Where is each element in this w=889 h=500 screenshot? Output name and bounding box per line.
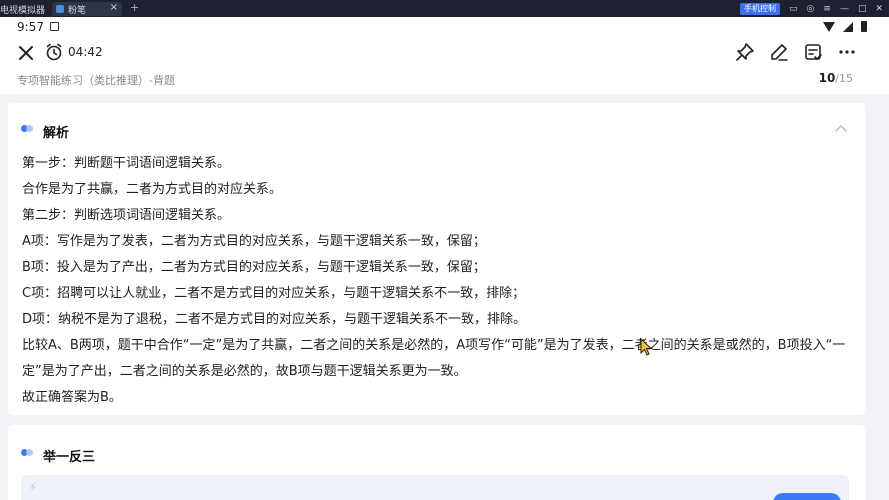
practice-more-card: 举一反三 ⚡	[8, 425, 865, 500]
add-tab-button[interactable]: +	[130, 1, 139, 14]
close-tab-icon[interactable]: ×	[110, 2, 118, 13]
header-actions	[735, 42, 857, 62]
settings-icon[interactable]: ◎	[807, 4, 815, 14]
host-app-title: 电视模拟器	[0, 6, 46, 16]
chevron-up-icon[interactable]	[835, 123, 847, 133]
analysis-line: B项：投入是为了产出，二者为方式目的对应关系，与题干逻辑关系一致，保留；	[22, 260, 486, 275]
analysis-line: C项：招聘可以让人就业，二者不是方式目的对应关系，与题干逻辑关系不一致，排除；	[22, 286, 526, 301]
progress-current: 10	[818, 71, 836, 85]
analysis-line: D项：纳税不是为了退税，二者不是方式目的对应关系，与题干逻辑关系不一致，排除。	[22, 312, 527, 327]
close-window-icon[interactable]: ✕	[875, 4, 883, 14]
progress-total: /15	[835, 72, 853, 85]
minimize-icon[interactable]: —	[840, 4, 849, 14]
more-icon[interactable]	[837, 42, 857, 62]
lightning-icon: ⚡	[29, 481, 37, 494]
practice-more-title: 举一反三	[43, 450, 96, 465]
app-header: 04:42 专项智能练习（类比推理）-背题 10/15	[0, 39, 889, 94]
analysis-line: 比较A、B两项，题干中合作“一定”是为了共赢，二者之间的关系是必然的，A项写作“…	[22, 338, 846, 379]
analysis-card: 解析 第一步：判断题干词语间逻辑关系。 合作是为了共赢，二者为方式目的对应关系。…	[8, 103, 865, 415]
gamepad-icon[interactable]: ▭	[789, 4, 798, 14]
answer-sheet-icon[interactable]	[803, 42, 823, 62]
status-time: 9:57	[17, 20, 44, 34]
practice-item[interactable]: ⚡	[21, 475, 849, 500]
battery-icon	[861, 21, 867, 32]
section-dot-icon	[21, 449, 33, 456]
timer-value: 04:42	[68, 45, 103, 59]
analysis-body: 第一步：判断题干词语间逻辑关系。 合作是为了共赢，二者为方式目的对应关系。 第二…	[22, 151, 848, 411]
analysis-line: 第一步：判断题干词语间逻辑关系。	[22, 156, 231, 171]
close-icon[interactable]	[16, 43, 36, 63]
analysis-title: 解析	[43, 126, 70, 141]
host-title-bar: 电视模拟器 粉笔 × + 手机控制 ▭ ◎ ≡ — □ ✕	[0, 0, 889, 17]
maximize-icon[interactable]: □	[858, 4, 867, 14]
analysis-line: 合作是为了共赢，二者为方式目的对应关系。	[22, 182, 283, 197]
wifi-icon	[823, 21, 835, 32]
pin-icon[interactable]	[735, 42, 755, 62]
section-dot-icon	[21, 125, 33, 132]
menu-icon[interactable]: ≡	[823, 4, 831, 14]
device-status-bar: 9:57	[0, 17, 889, 39]
app-logo-icon	[56, 5, 64, 13]
mouse-cursor-icon	[640, 338, 652, 356]
alarm-clock-icon[interactable]	[45, 43, 63, 61]
analysis-line: A项：写作是为了发表，二者为方式目的对应关系，与题干逻辑关系一致，保留；	[22, 234, 486, 249]
host-tab-fenbi[interactable]: 粉笔 ×	[52, 2, 122, 16]
practice-button[interactable]	[773, 493, 841, 500]
analysis-line: 故正确答案为B。	[22, 390, 122, 405]
phone-control-button[interactable]: 手机控制	[740, 2, 781, 15]
analysis-line: 第二步：判断选项词语间逻辑关系。	[22, 208, 231, 223]
status-icons	[823, 21, 867, 32]
practice-subtitle: 专项智能练习（类比推理）-背题	[17, 74, 175, 87]
signal-icon	[843, 21, 853, 32]
edit-pen-icon[interactable]	[769, 42, 789, 62]
notification-icon	[50, 22, 59, 31]
host-tab-label: 粉笔	[68, 6, 87, 16]
question-progress: 10/15	[819, 71, 853, 85]
host-controls: 手机控制 ▭ ◎ ≡ — □ ✕	[740, 1, 883, 16]
